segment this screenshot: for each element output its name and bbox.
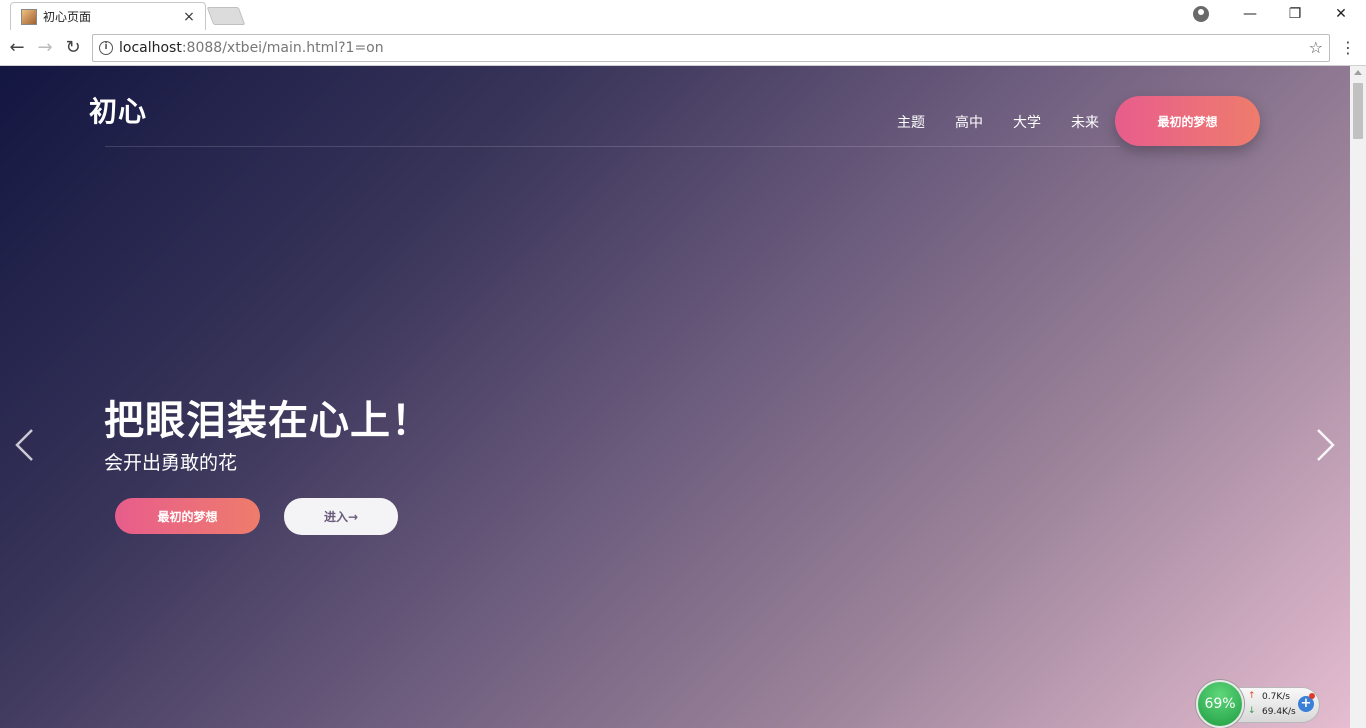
- nav-link-future[interactable]: 未来: [1071, 112, 1099, 132]
- nav-link-theme[interactable]: 主题: [897, 112, 925, 132]
- download-arrow-icon: ↓: [1248, 706, 1256, 716]
- tab-title: 初心页面: [43, 10, 92, 24]
- nav-link-highschool[interactable]: 高中: [955, 112, 983, 132]
- hero-subtitle: 会开出勇敢的花: [104, 452, 238, 474]
- window-minimize-button[interactable]: —: [1237, 4, 1263, 24]
- download-speed: 69.4K/s: [1262, 707, 1296, 717]
- network-speed-widget[interactable]: 69% ↑ 0.7K/s ↓ 69.4K/s +: [1196, 680, 1324, 728]
- hero-title: 把眼泪装在心上！: [104, 398, 432, 444]
- site-logo[interactable]: 初心: [89, 90, 147, 130]
- browser-tab[interactable]: 初心页面 ×: [10, 2, 206, 30]
- header-divider: [105, 146, 1120, 147]
- url-host: localhost: [119, 40, 182, 56]
- upload-speed: 0.7K/s: [1262, 692, 1290, 702]
- forward-icon[interactable]: →: [34, 37, 56, 59]
- upload-arrow-icon: ↑: [1248, 691, 1256, 701]
- reload-icon[interactable]: ↻: [62, 37, 84, 59]
- profile-icon[interactable]: [1193, 6, 1209, 22]
- chevron-right-icon[interactable]: [1314, 426, 1338, 464]
- scroll-thumb[interactable]: [1353, 83, 1363, 139]
- hero-enter-button[interactable]: 进入→: [284, 498, 398, 535]
- address-bar[interactable]: i localhost:8088/xtbei/main.html?1=on ☆: [92, 34, 1330, 62]
- scroll-up-icon[interactable]: [1354, 70, 1362, 75]
- menu-icon[interactable]: ⋮: [1340, 38, 1356, 58]
- window-close-button[interactable]: ✕: [1328, 4, 1354, 24]
- info-icon[interactable]: i: [99, 41, 113, 55]
- notification-dot: [1309, 693, 1315, 699]
- tab-bar: 初心页面 × — ❐ ✕: [0, 0, 1366, 30]
- nav-link-university[interactable]: 大学: [1013, 112, 1041, 132]
- favicon-icon: [21, 8, 37, 25]
- browser-toolbar: ← → ↻ i localhost:8088/xtbei/main.html?1…: [0, 30, 1366, 66]
- tab-close-icon[interactable]: ×: [181, 9, 197, 25]
- chevron-left-icon[interactable]: [12, 426, 36, 464]
- page-viewport: 初心 主题 高中 大学 未来 最初的梦想 把眼泪装在心上！ 会开出勇敢的花 最初…: [0, 66, 1350, 728]
- header-cta-button[interactable]: 最初的梦想: [1115, 96, 1260, 146]
- url-path: :8088/xtbei/main.html?1=on: [181, 40, 384, 56]
- star-icon[interactable]: ☆: [1309, 38, 1323, 57]
- memory-usage-ball[interactable]: 69%: [1196, 680, 1244, 728]
- vertical-scrollbar[interactable]: [1350, 66, 1366, 728]
- window-maximize-button[interactable]: ❐: [1282, 4, 1308, 24]
- new-tab-button[interactable]: [206, 7, 246, 25]
- hero-primary-button[interactable]: 最初的梦想: [115, 498, 260, 534]
- back-icon[interactable]: ←: [6, 37, 28, 59]
